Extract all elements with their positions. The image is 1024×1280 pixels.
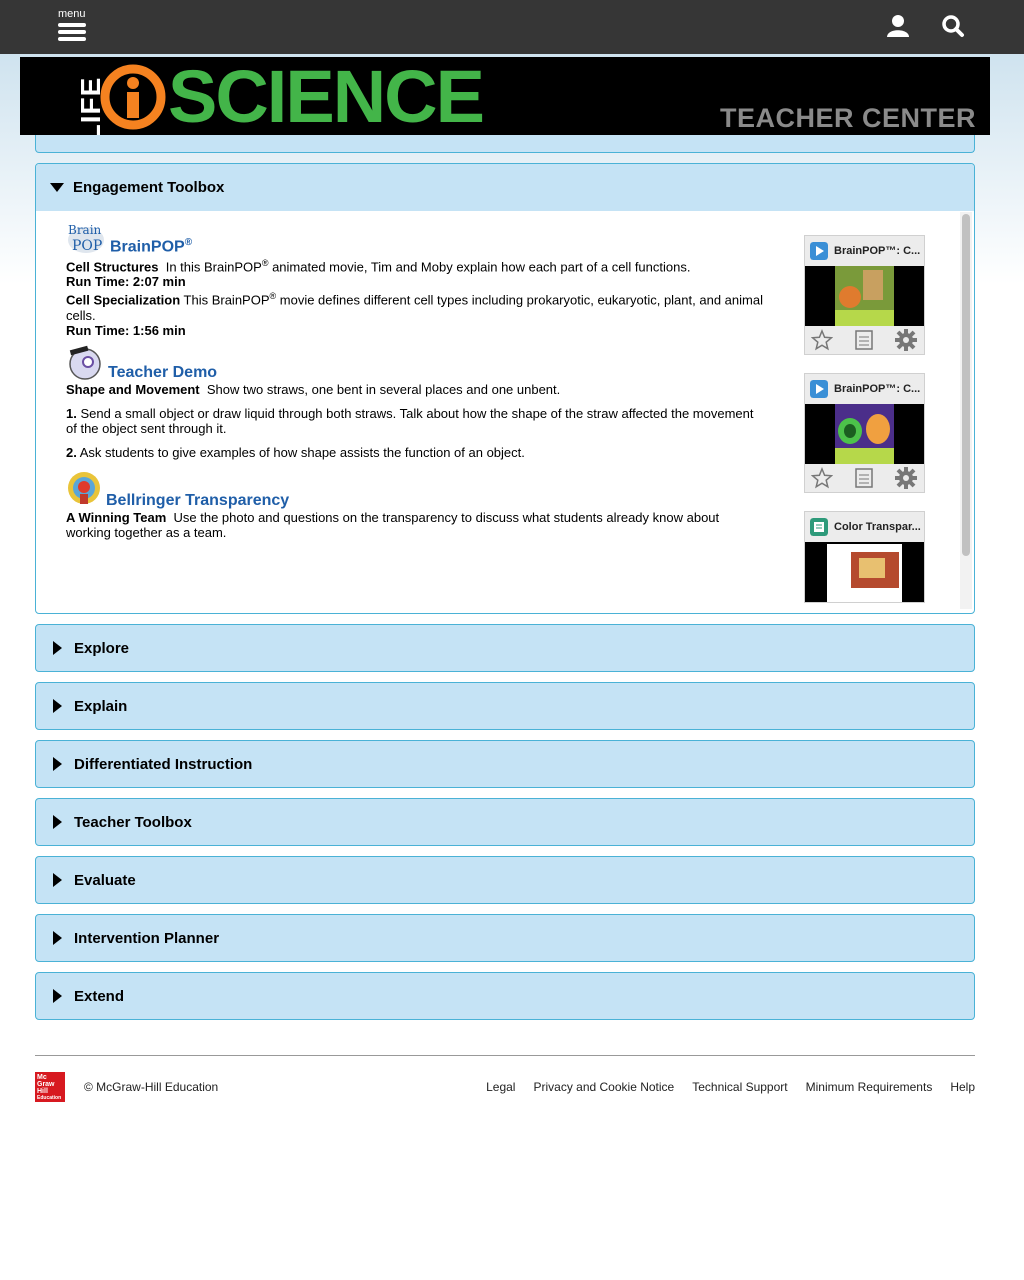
footer-links: Legal Privacy and Cookie Notice Technica… — [486, 1080, 975, 1094]
resource-card[interactable]: Color Transpar... — [804, 511, 925, 603]
brainpop-item-2-runtime: Run Time: 1:56 min — [66, 322, 186, 338]
menu-icon-bar — [58, 30, 86, 34]
resource-card[interactable]: BrainPOP™: C... — [804, 235, 925, 355]
footer-link-minimum-requirements[interactable]: Minimum Requirements — [806, 1080, 933, 1094]
resource-card-title: BrainPOP™: C... — [834, 245, 921, 257]
panel-scrollbar-thumb[interactable] — [962, 214, 970, 556]
section-label: Evaluate — [74, 871, 136, 889]
resource-card-header: BrainPOP™: C... — [805, 374, 924, 404]
mcgraw-hill-logo[interactable]: Mc Graw Hill Education — [35, 1072, 65, 1102]
play-icon — [810, 242, 828, 260]
caret-right-icon — [53, 641, 62, 655]
gear-icon[interactable] — [894, 466, 918, 490]
caret-down-icon — [50, 182, 64, 192]
teacher-demo-intro: Shape and Movement Show two straws, one … — [66, 381, 561, 397]
caret-right-icon — [53, 873, 62, 887]
bellringer-title[interactable]: Bellringer Transparency — [106, 492, 289, 508]
menu-button[interactable]: menu — [56, 6, 90, 46]
video-thumbnail[interactable] — [805, 266, 924, 326]
menu-icon — [58, 23, 86, 27]
video-thumbnail[interactable] — [805, 404, 924, 464]
brainpop-item-1-runtime: Run Time: 2:07 min — [66, 274, 186, 290]
brainpop-item-1: Cell Structures In this BrainPOP® animat… — [66, 258, 691, 275]
resource-card-title: Color Transpar... — [834, 521, 921, 533]
resource-card-header: Color Transpar... — [805, 512, 924, 542]
search-icon[interactable] — [940, 13, 966, 39]
teacher-demo-step-1: 1. Send a small object or draw liquid th… — [66, 405, 754, 436]
transparency-thumbnail[interactable] — [805, 542, 924, 602]
logo-i-icon — [100, 64, 166, 130]
engagement-toolbox-panel: Engagement Toolbox Brain POP BrainPOP® C… — [35, 163, 975, 614]
gear-icon[interactable] — [894, 328, 918, 352]
section-explore[interactable]: Explore — [35, 624, 975, 672]
teacher-demo-heading: Teacher Demo — [66, 344, 766, 380]
logo-line: Mc — [37, 1074, 47, 1081]
resource-card-toolbar — [805, 326, 924, 354]
caret-right-icon — [53, 815, 62, 829]
engagement-toolbox-header[interactable]: Engagement Toolbox — [36, 164, 974, 211]
section-intervention-planner[interactable]: Intervention Planner — [35, 914, 975, 962]
section-teacher-toolbox[interactable]: Teacher Toolbox — [35, 798, 975, 846]
footer-link-privacy[interactable]: Privacy and Cookie Notice — [533, 1080, 674, 1094]
section-label: Extend — [74, 987, 125, 1005]
panel-title: Engagement Toolbox — [73, 178, 225, 196]
section-differentiated-instruction[interactable]: Differentiated Instruction — [35, 740, 975, 788]
brainpop-logo-text-2: POP — [72, 238, 102, 254]
site-banner: LIFE SCIENCE TEACHER CENTER — [20, 57, 990, 135]
brainpop-title[interactable]: BrainPOP® — [110, 235, 192, 255]
brainpop-heading: Brain POP BrainPOP® — [66, 220, 766, 255]
teacher-demo-icon — [69, 345, 101, 380]
bellringer-heading: Bellringer Transparency — [66, 468, 766, 508]
brainpop-item-2: Cell Specialization This BrainPOP® movie… — [66, 291, 763, 323]
caret-right-icon — [53, 699, 62, 713]
footer-divider — [35, 1055, 975, 1056]
brainpop-logo-icon: Brain POP — [68, 223, 104, 254]
footer-link-help[interactable]: Help — [950, 1080, 975, 1094]
star-icon[interactable] — [811, 329, 833, 351]
logo-line: Graw — [37, 1081, 55, 1088]
teacher-demo-step-2: 2. Ask students to give examples of how … — [66, 444, 525, 460]
resource-card-title: BrainPOP™: C... — [834, 383, 921, 395]
resource-card[interactable]: BrainPOP™: C... — [804, 373, 925, 493]
section-evaluate[interactable]: Evaluate — [35, 856, 975, 904]
play-icon — [810, 380, 828, 398]
logo-science-text: SCIENCE — [168, 57, 485, 136]
logo-line: Hill — [37, 1088, 48, 1095]
document-icon — [810, 518, 828, 536]
footer-link-technical-support[interactable]: Technical Support — [692, 1080, 787, 1094]
menu-label: menu — [58, 8, 86, 20]
bellringer-text: A Winning Team Use the photo and questio… — [66, 509, 720, 540]
resource-card-toolbar — [805, 464, 924, 492]
teacher-demo-title[interactable]: Teacher Demo — [108, 364, 217, 380]
caret-right-icon — [53, 989, 62, 1003]
brainpop-logo-text-1: Brain — [68, 223, 102, 237]
panel-content: Brain POP BrainPOP® Cell Structures In t… — [66, 220, 766, 540]
notes-icon[interactable] — [854, 329, 874, 351]
section-label: Explain — [74, 697, 128, 715]
section-label: Intervention Planner — [74, 929, 220, 947]
teacher-center-label: TEACHER CENTER — [719, 103, 976, 133]
menu-icon-bar — [58, 37, 86, 41]
section-label: Differentiated Instruction — [74, 755, 253, 773]
caret-right-icon — [53, 757, 62, 771]
resource-card-header: BrainPOP™: C... — [805, 236, 924, 266]
section-label: Teacher Toolbox — [74, 813, 192, 831]
logo-line: Education — [37, 1095, 62, 1101]
star-icon[interactable] — [811, 467, 833, 489]
caret-right-icon — [53, 931, 62, 945]
copyright-text: © McGraw-Hill Education — [84, 1080, 219, 1094]
notes-icon[interactable] — [854, 467, 874, 489]
bellringer-icon — [68, 471, 100, 504]
top-nav-bar: menu — [0, 0, 1024, 54]
footer-link-legal[interactable]: Legal — [486, 1080, 515, 1094]
user-icon[interactable] — [885, 13, 911, 39]
section-explain[interactable]: Explain — [35, 682, 975, 730]
section-extend[interactable]: Extend — [35, 972, 975, 1020]
section-label: Explore — [74, 639, 130, 657]
